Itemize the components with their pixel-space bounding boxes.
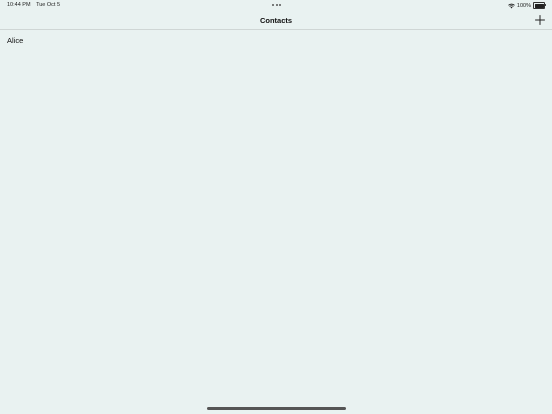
- status-time: 10:44 PM: [7, 2, 31, 8]
- home-indicator[interactable]: [207, 407, 346, 410]
- list-item[interactable]: Alice: [0, 30, 552, 51]
- status-left: 10:44 PM Tue Oct 5: [7, 2, 60, 8]
- add-contact-button[interactable]: [534, 14, 546, 26]
- contact-name: Alice: [7, 36, 24, 45]
- battery-icon: [533, 2, 546, 9]
- multitasking-dots-icon[interactable]: [272, 4, 281, 6]
- status-date: Tue Oct 5: [36, 2, 61, 8]
- plus-icon: [535, 15, 545, 25]
- battery-percentage: 100%: [516, 2, 531, 9]
- status-bar: 10:44 PM Tue Oct 5 100%: [0, 0, 552, 11]
- contact-list: Alice: [0, 30, 552, 51]
- status-right: 100%: [508, 2, 546, 9]
- wifi-icon: [508, 3, 515, 8]
- page-title: Contacts: [259, 16, 293, 25]
- navigation-bar: Contacts: [0, 11, 552, 30]
